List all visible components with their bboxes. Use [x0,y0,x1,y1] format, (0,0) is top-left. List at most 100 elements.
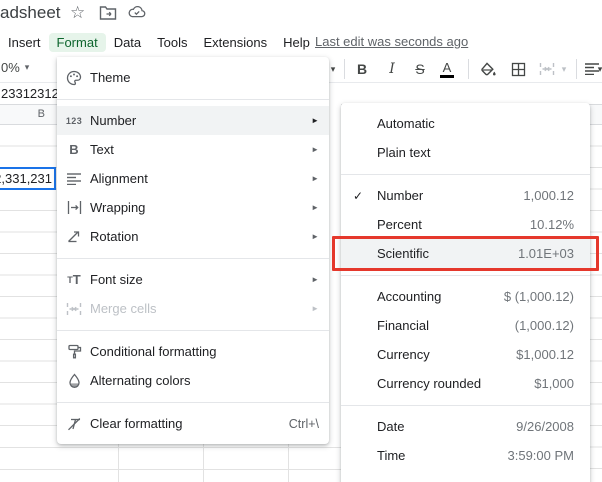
text-color-letter: A [443,61,452,74]
alternating-colors-icon [66,373,82,389]
submenu-item-date[interactable]: Date 9/26/2008 [341,412,590,441]
submenu-arrow-icon: ► [311,275,319,284]
format-example-value: (1,000.12) [515,318,574,333]
menu-item-alternating-colors[interactable]: Alternating colors [57,366,329,395]
cloud-saved-icon[interactable] [128,5,146,22]
keyboard-shortcut: Ctrl+\ [289,417,319,431]
menu-item-conditional-formatting[interactable]: Conditional formatting [57,337,329,366]
menu-insert[interactable]: Insert [0,33,49,52]
submenu-item-financial[interactable]: Financial (1,000.12) [341,311,590,340]
text-color-swatch [440,75,454,78]
font-size-icon: TT [66,272,82,288]
format-example-value: $ (1,000.12) [504,289,574,304]
menu-divider [341,174,590,175]
format-menu: Theme 123 Number ► B Text ► Alignment ► … [57,57,329,444]
gridline [203,444,204,482]
menu-item-rotation[interactable]: Rotation ► [57,222,329,251]
submenu-item-label: Time [377,448,405,463]
selected-cell[interactable]: 2,331,231 [0,167,56,190]
menu-help[interactable]: Help [275,33,318,52]
menu-item-label: Text [90,142,303,157]
submenu-item-plain-text[interactable]: Plain text [341,138,590,167]
sheet-grid[interactable] [0,444,341,482]
column-header-b[interactable]: B [38,108,45,120]
submenu-item-label: Financial [377,318,429,333]
menu-data[interactable]: Data [106,33,149,52]
submenu-item-label: Currency [377,347,430,362]
submenu-item-percent[interactable]: Percent 10.12% [341,210,590,239]
submenu-arrow-icon: ► [311,203,319,212]
submenu-item-label: Currency rounded [377,376,481,391]
number-123-icon: 123 [66,113,82,129]
checkmark-icon: ✓ [353,189,371,203]
submenu-arrow-icon: ► [311,174,319,183]
alignment-icon [66,171,82,187]
menu-divider [57,258,329,259]
merge-cells-icon[interactable] [537,59,557,79]
format-example-value: $1,000.12 [516,347,574,362]
chevron-down-icon: ▾ [25,62,30,73]
merge-cells-icon [66,301,82,317]
submenu-item-time[interactable]: Time 3:59:00 PM [341,441,590,470]
sheet-grid[interactable] [590,125,602,482]
zoom-dropdown[interactable]: 0% ▾ [1,60,29,75]
submenu-item-number[interactable]: ✓ Number 1,000.12 [341,181,590,210]
text-color-button[interactable]: A [437,59,457,79]
submenu-item-currency-rounded[interactable]: Currency rounded $1,000 [341,369,590,398]
chevron-down-icon[interactable]: ▾ [595,59,602,79]
format-example-value: 9/26/2008 [516,419,574,434]
menu-divider [341,275,590,276]
document-title[interactable]: adsheet [0,3,61,23]
format-example-value: 1,000.12 [523,188,574,203]
menu-item-number[interactable]: 123 Number ► [57,106,329,135]
chevron-down-icon[interactable]: ▾ [558,59,570,79]
toolbar-separator [344,59,345,79]
format-example-value: $1,000 [534,376,574,391]
theme-palette-icon [66,70,82,86]
submenu-item-label: Accounting [377,289,441,304]
formula-bar-value[interactable]: 23312312 [1,86,59,101]
menu-format[interactable]: Format [49,33,106,52]
format-example-value: 10.12% [530,217,574,232]
selected-cell-value: 2,331,231 [0,171,52,186]
strikethrough-button[interactable]: S [410,59,430,79]
menu-item-label: Alternating colors [90,373,319,388]
wrapping-icon [66,200,82,216]
borders-icon[interactable] [508,59,528,79]
menu-item-label: Theme [90,70,319,85]
bold-button[interactable]: B [352,59,372,79]
menu-item-font-size[interactable]: TT Font size ► [57,265,329,294]
submenu-item-currency[interactable]: Currency $1,000.12 [341,340,590,369]
menu-divider [57,330,329,331]
submenu-item-accounting[interactable]: Accounting $ (1,000.12) [341,282,590,311]
menu-item-text[interactable]: B Text ► [57,135,329,164]
submenu-arrow-icon: ► [311,232,319,241]
menu-item-label: Conditional formatting [90,344,319,359]
menu-item-theme[interactable]: Theme [57,63,329,92]
menu-item-wrapping[interactable]: Wrapping ► [57,193,329,222]
move-folder-icon[interactable] [99,5,117,23]
menu-bar: Insert Format Data Tools Extensions Help [0,31,318,53]
menu-item-alignment[interactable]: Alignment ► [57,164,329,193]
toolbar-separator [576,59,577,79]
menu-extensions[interactable]: Extensions [196,33,276,52]
star-icon[interactable]: ☆ [70,3,85,23]
clear-format-icon [66,416,82,432]
menu-item-label: Number [90,113,303,128]
last-edit-link[interactable]: Last edit was seconds ago [315,34,468,49]
menu-item-clear-formatting[interactable]: Clear formatting Ctrl+\ [57,409,329,438]
italic-button[interactable]: I [382,59,402,79]
submenu-item-automatic[interactable]: Automatic [341,109,590,138]
menu-divider [57,402,329,403]
menu-item-label: Rotation [90,229,303,244]
fill-color-icon[interactable] [478,59,498,79]
number-format-submenu: Automatic Plain text ✓ Number 1,000.12 P… [341,103,590,482]
menu-tools[interactable]: Tools [149,33,195,52]
submenu-item-label: Number [377,188,423,203]
gridline [0,469,341,470]
rotation-icon [66,229,82,245]
gridline [0,447,341,448]
format-example-value: 3:59:00 PM [508,448,575,463]
menu-item-label: Font size [90,272,303,287]
menu-divider [57,99,329,100]
